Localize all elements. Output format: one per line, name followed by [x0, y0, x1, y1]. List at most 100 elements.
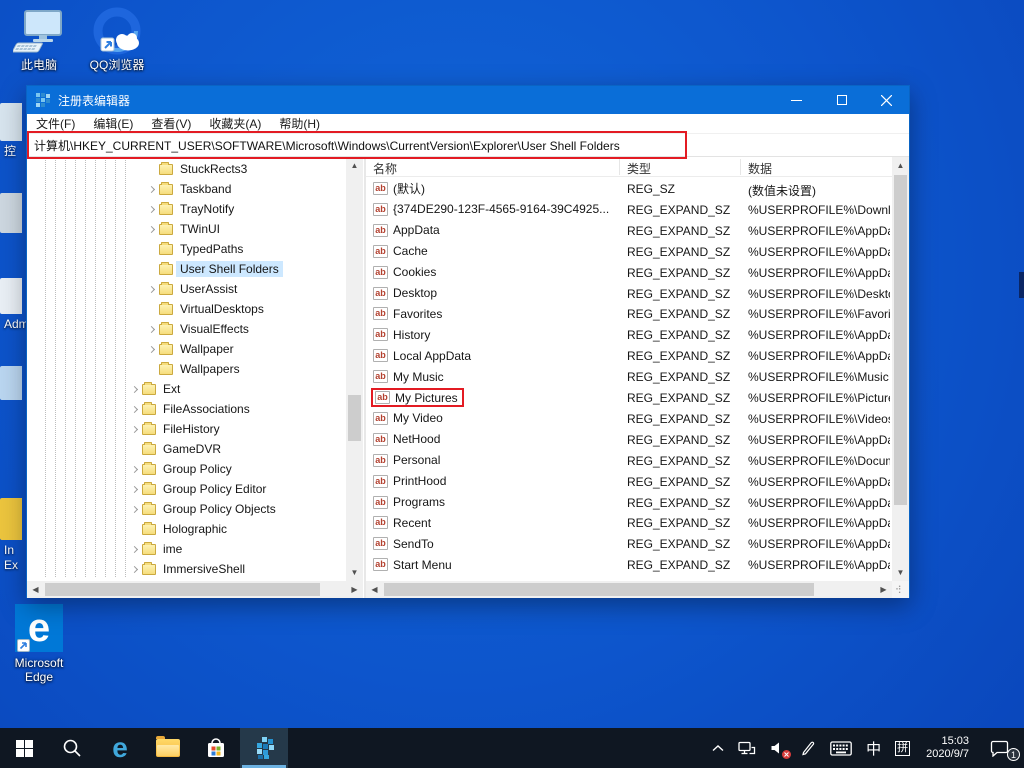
value-row-374de290-123f-4565-9164-39c4925[interactable]: ab{374DE290-123F-4565-9164-39C4925...REG… — [366, 199, 892, 220]
desktop-icon-ms-edge[interactable]: e Microsoft Edge — [4, 602, 74, 684]
scroll-thumb[interactable] — [384, 583, 814, 596]
taskbar-file-explorer-button[interactable] — [144, 728, 192, 768]
value-name-cell[interactable]: ab(默认) — [371, 179, 429, 198]
value-row-sendto[interactable]: abSendToREG_EXPAND_SZ%USERPROFILE%\AppDa — [366, 533, 892, 554]
value-row-my-video[interactable]: abMy VideoREG_EXPAND_SZ%USERPROFILE%\Vid… — [366, 408, 892, 429]
value-row-cache[interactable]: abCacheREG_EXPAND_SZ%USERPROFILE%\AppDa — [366, 241, 892, 262]
scroll-thumb[interactable] — [348, 395, 361, 441]
start-button[interactable] — [0, 728, 48, 768]
value-name-cell[interactable]: abMy Music — [371, 367, 448, 386]
value-row-my-pictures[interactable]: abMy PicturesREG_EXPAND_SZ%USERPROFILE%\… — [366, 387, 892, 408]
scroll-down-icon[interactable]: ▼ — [346, 564, 363, 581]
tree-item-group-policy-editor[interactable]: Group Policy Editor — [27, 479, 270, 499]
value-row-cookies[interactable]: abCookiesREG_EXPAND_SZ%USERPROFILE%\AppD… — [366, 262, 892, 283]
value-name-cell[interactable]: abCache — [371, 242, 432, 261]
network-icon[interactable] — [733, 728, 761, 768]
column-header-type[interactable]: 类型 — [627, 160, 651, 177]
expand-chevron-icon[interactable] — [143, 187, 159, 192]
partial-desktop-icon[interactable]: Adm — [0, 278, 24, 332]
expand-chevron-icon[interactable] — [126, 547, 142, 552]
value-row-appdata[interactable]: abAppDataREG_EXPAND_SZ%USERPROFILE%\AppD… — [366, 220, 892, 241]
list-hscrollbar[interactable]: ◀ ▶ — [366, 581, 892, 598]
scroll-up-icon[interactable]: ▲ — [892, 157, 909, 174]
value-name-cell[interactable]: abPrintHood — [371, 472, 450, 491]
expand-chevron-icon[interactable] — [126, 507, 142, 512]
tree-item-fileassociations[interactable]: FileAssociations — [27, 399, 254, 419]
value-name-cell[interactable]: abFavorites — [371, 304, 446, 323]
partial-desktop-icon[interactable]: In Ex — [0, 498, 24, 573]
tree-item-filehistory[interactable]: FileHistory — [27, 419, 224, 439]
value-row-programs[interactable]: abProgramsREG_EXPAND_SZ%USERPROFILE%\App… — [366, 492, 892, 513]
column-header-name[interactable]: 名称 — [373, 160, 397, 177]
scroll-up-icon[interactable]: ▲ — [346, 157, 363, 174]
expand-chevron-icon[interactable] — [126, 407, 142, 412]
expand-chevron-icon[interactable] — [143, 347, 159, 352]
menu-item-favorites[interactable]: 收藏夹(A) — [200, 115, 270, 132]
value-name-cell[interactable]: abSendTo — [371, 534, 438, 553]
expand-chevron-icon[interactable] — [143, 227, 159, 232]
tree-item-gamedvr[interactable]: GameDVR — [27, 439, 225, 459]
value-name-cell[interactable]: abMy Video — [371, 409, 447, 428]
value-name-cell[interactable]: abStart Menu — [371, 555, 456, 574]
tray-chevron-up-icon[interactable] — [707, 728, 729, 768]
value-row-favorites[interactable]: abFavoritesREG_EXPAND_SZ%USERPROFILE%\Fa… — [366, 303, 892, 324]
list-vscrollbar[interactable]: ▲ ▼ — [892, 157, 909, 581]
value-name-cell[interactable]: abNetHood — [371, 430, 444, 449]
tree-item-virtualdesktops[interactable]: VirtualDesktops — [27, 299, 268, 319]
value-name-cell[interactable]: abPrograms — [371, 493, 449, 512]
scroll-down-icon[interactable]: ▼ — [892, 564, 909, 581]
value-row-printhood[interactable]: abPrintHoodREG_EXPAND_SZ%USERPROFILE%\Ap… — [366, 471, 892, 492]
value-name-cell[interactable]: abLocal AppData — [371, 346, 475, 365]
value-name-cell[interactable]: abAppData — [371, 221, 444, 240]
column-separator[interactable] — [619, 159, 620, 175]
tree-item-ime[interactable]: ime — [27, 539, 186, 559]
maximize-button[interactable] — [819, 86, 864, 114]
partial-desktop-icon[interactable] — [0, 366, 24, 400]
taskbar-regedit-button[interactable] — [240, 728, 288, 768]
titlebar[interactable]: 注册表编辑器 — [27, 86, 909, 114]
menu-item-file[interactable]: 文件(F) — [27, 115, 84, 132]
desktop-icon-qq-browser[interactable]: QQ浏览器 — [82, 8, 152, 72]
value-row-[interactable]: ab(默认)REG_SZ(数值未设置) — [366, 178, 892, 199]
expand-chevron-icon[interactable] — [126, 467, 142, 472]
column-separator[interactable] — [740, 159, 741, 175]
value-row-recent[interactable]: abRecentREG_EXPAND_SZ%USERPROFILE%\AppDa — [366, 512, 892, 533]
menu-item-edit[interactable]: 编辑(E) — [84, 115, 142, 132]
tree-item-typedpaths[interactable]: TypedPaths — [27, 239, 247, 259]
scroll-right-icon[interactable]: ▶ — [346, 581, 363, 598]
scroll-right-icon[interactable]: ▶ — [875, 581, 892, 598]
menu-item-view[interactable]: 查看(V) — [142, 115, 200, 132]
scroll-left-icon[interactable]: ◀ — [27, 581, 44, 598]
column-header-data[interactable]: 数据 — [748, 160, 772, 177]
expand-chevron-icon[interactable] — [126, 427, 142, 432]
tree-item-immersiveshell[interactable]: ImmersiveShell — [27, 559, 249, 579]
tree-item-stuckrects3[interactable]: StuckRects3 — [27, 159, 251, 179]
partial-desktop-icon[interactable]: 控 — [0, 103, 24, 159]
taskbar-store-button[interactable] — [192, 728, 240, 768]
tree-item-visualeffects[interactable]: VisualEffects — [27, 319, 253, 339]
tree-item-wallpaper[interactable]: Wallpaper — [27, 339, 238, 359]
expand-chevron-icon[interactable] — [143, 327, 159, 332]
tree-item-twinui[interactable]: TWinUI — [27, 219, 224, 239]
menu-item-help[interactable]: 帮助(H) — [270, 115, 329, 132]
tree-item-taskband[interactable]: Taskband — [27, 179, 235, 199]
value-row-start-menu[interactable]: abStart MenuREG_EXPAND_SZ%USERPROFILE%\A… — [366, 554, 892, 575]
expand-chevron-icon[interactable] — [126, 567, 142, 572]
tree-item-group-policy-objects[interactable]: Group Policy Objects — [27, 499, 280, 519]
ime-language-indicator[interactable]: 中 — [861, 728, 886, 768]
scroll-left-icon[interactable]: ◀ — [366, 581, 383, 598]
scroll-thumb[interactable] — [45, 583, 320, 596]
value-name-cell[interactable]: abDesktop — [371, 284, 441, 303]
volume-muted-icon[interactable] — [765, 728, 791, 768]
expand-chevron-icon[interactable] — [126, 387, 142, 392]
value-name-cell[interactable]: abPersonal — [371, 451, 444, 470]
address-bar[interactable]: 计算机\HKEY_CURRENT_USER\SOFTWARE\Microsoft… — [27, 134, 909, 157]
search-button[interactable] — [48, 728, 96, 768]
pen-icon[interactable] — [795, 728, 821, 768]
minimize-button[interactable] — [774, 86, 819, 114]
tree-item-userassist[interactable]: UserAssist — [27, 279, 241, 299]
annotation-box-my-pictures[interactable]: abMy Pictures — [371, 388, 464, 407]
tree-item-user-shell-folders[interactable]: User Shell Folders — [27, 259, 283, 279]
expand-chevron-icon[interactable] — [143, 287, 159, 292]
tree-item-holographic[interactable]: Holographic — [27, 519, 231, 539]
